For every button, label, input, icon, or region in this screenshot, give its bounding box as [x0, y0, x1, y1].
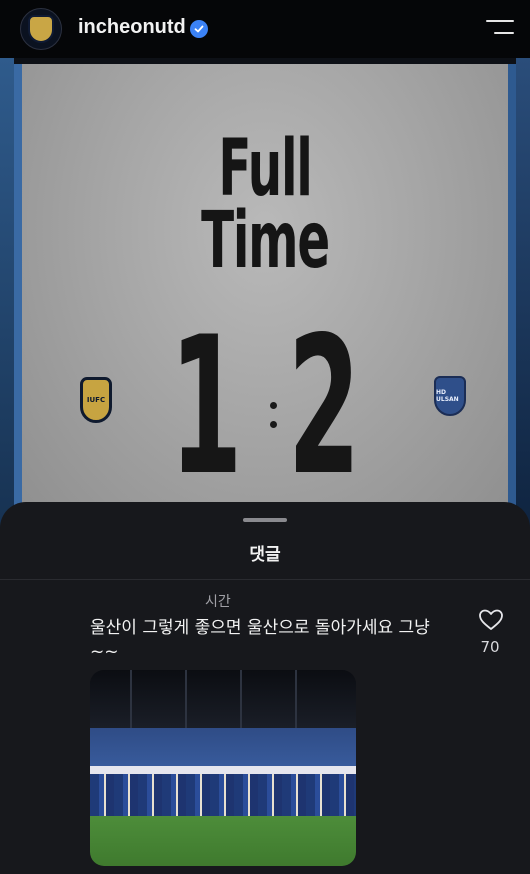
heart-icon[interactable] [478, 608, 504, 632]
headline-line-2: Time [201, 196, 330, 286]
like-count: 70 [480, 638, 500, 656]
home-score: 1 [169, 296, 243, 517]
profile-avatar[interactable] [20, 8, 62, 50]
sheet-divider [0, 579, 530, 580]
scoreboard: Full Time IUFC 1 2 HD ULSAN [14, 64, 516, 528]
verified-badge-icon [190, 20, 208, 38]
home-team-crest-icon: IUFC [80, 377, 112, 423]
comment-text: 울산이 그렇게 좋으면 울산으로 돌아가세요 그냥~~ [90, 618, 430, 662]
top-bar: incheonutd [0, 0, 530, 58]
stadium-edge-left [0, 58, 14, 528]
post-image: Full Time IUFC 1 2 HD ULSAN [0, 58, 530, 528]
comment-attached-photo[interactable] [90, 670, 356, 866]
away-team-crest-icon: HD ULSAN [434, 376, 466, 416]
score-separator [270, 402, 278, 428]
stadium-roof [90, 670, 356, 728]
club-crest-icon [28, 15, 54, 43]
comment-timestamp: 시간 [205, 594, 231, 610]
away-score: 2 [287, 296, 361, 517]
comments-title: 댓글 [249, 545, 281, 565]
team-players [90, 774, 356, 816]
stadium-edge-right [516, 58, 530, 528]
menu-icon[interactable] [484, 20, 514, 38]
pitch-grass [90, 816, 356, 866]
comments-sheet: 댓글 시간 울산이 그렇게 좋으면 울산으로 돌아가세요 그냥~~ 70 [0, 502, 530, 874]
account-handle[interactable]: incheonutd [78, 16, 186, 39]
sheet-drag-handle[interactable] [243, 518, 287, 522]
stand-banner [90, 766, 356, 774]
